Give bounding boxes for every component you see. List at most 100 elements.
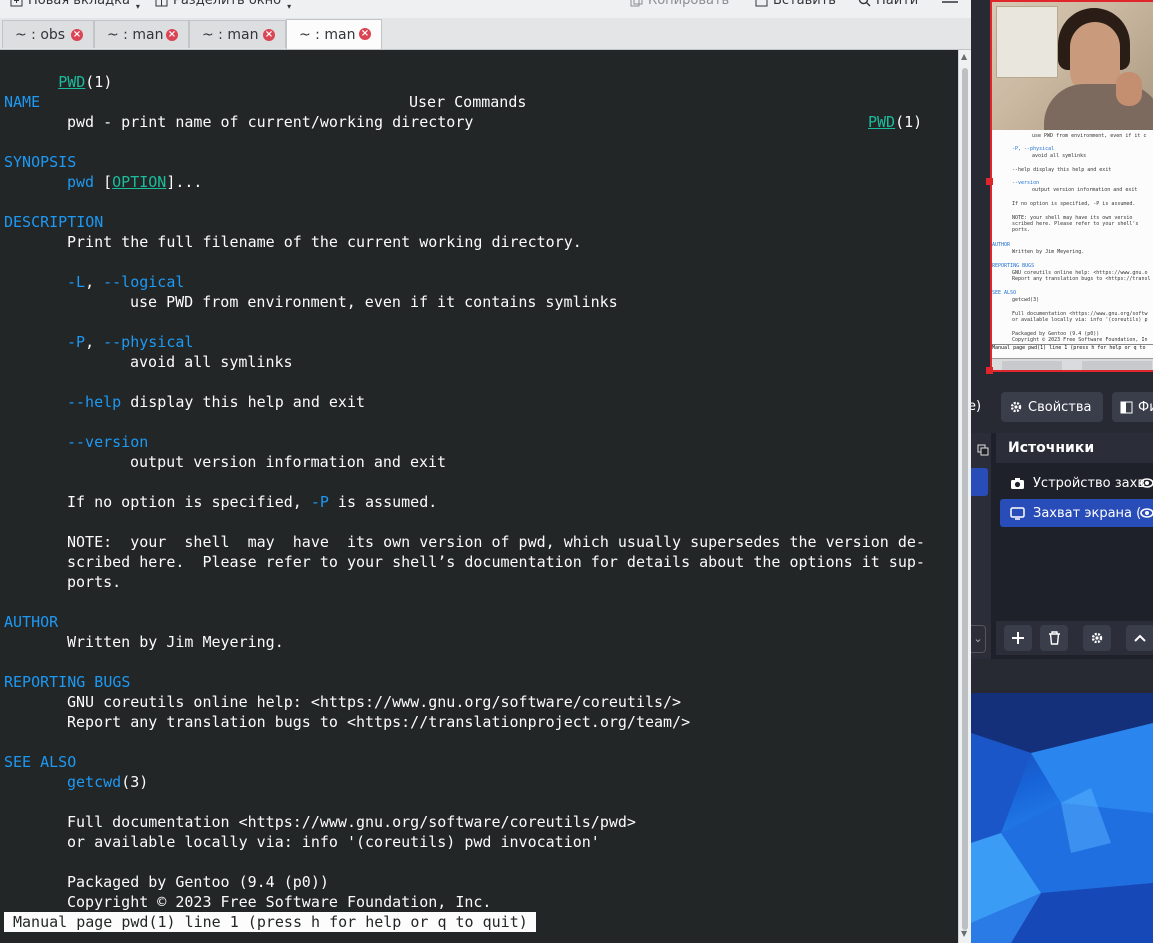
tab-bar: ~ : obs × ~ : man × ~ : man × ~ : man ×	[0, 18, 971, 50]
section-bugs-heading: REPORTING BUGS	[4, 673, 131, 691]
mini-line: SEE ALSO	[992, 290, 1017, 296]
mini-line: -P, --physical	[1012, 146, 1055, 152]
tab-man-active[interactable]: ~ : man ×	[286, 19, 382, 49]
seealso-ref: getcwd(3)	[67, 773, 149, 791]
source-item-screen-capture[interactable]: Захват экрана (	[1000, 499, 1153, 527]
mini-line: use PWD from environment, even if it c	[1032, 133, 1147, 139]
option-logical: -L, --logical	[67, 273, 185, 291]
copy-button[interactable]: Копировать	[630, 0, 729, 8]
filters-button[interactable]: Фи	[1112, 392, 1153, 422]
mini-line: avoid all symlinks	[1032, 153, 1087, 159]
split-view-button[interactable]: Разделить окно ▾	[155, 0, 292, 11]
section-name-heading: NAME	[4, 93, 41, 111]
terminal-view[interactable]: PWD(1) User Commands PWD(1) NAME pwd - p…	[0, 50, 958, 943]
mini-line: Copyright © 2023 Free Software Foundatio…	[1012, 337, 1148, 343]
mini-line: --version	[1012, 180, 1040, 186]
no-option-text: If no option is specified, -P is assumed…	[67, 493, 438, 511]
man-header: PWD(1) User Commands PWD(1)	[58, 73, 923, 131]
man-header-right: PWD	[868, 113, 896, 131]
mini-task	[1082, 361, 1152, 370]
visibility-eye-icon[interactable]	[1140, 476, 1153, 490]
resize-handle[interactable]	[986, 178, 993, 185]
scroll-up-icon[interactable]: ▲	[961, 52, 967, 61]
man-header-left: PWD	[58, 73, 86, 91]
properties-button[interactable]: Свойства	[1001, 392, 1103, 422]
tab-man-1[interactable]: ~ : man ×	[94, 20, 189, 48]
description-text: Print the full filename of the current w…	[67, 233, 582, 251]
source-item-camera[interactable]: Устройство захв	[1000, 469, 1153, 497]
mini-line: output version information and exit	[1032, 187, 1138, 193]
chevron-down-icon: ▾	[135, 2, 140, 11]
terminal-scrollbar[interactable]: ▲ ▼	[958, 50, 971, 943]
copy-icon	[630, 0, 643, 7]
trash-icon	[1048, 631, 1060, 645]
chevron-down-icon[interactable]: ⌄	[971, 625, 986, 653]
option-version-desc: output version information and exit	[130, 453, 447, 471]
option-version: --version	[67, 433, 149, 451]
new-tab-button[interactable]: Новая вкладка ▾	[10, 0, 140, 11]
resize-handle[interactable]	[986, 367, 993, 374]
seealso-doc-1: Full documentation <https://www.gnu.org/…	[67, 813, 636, 831]
screen-capture-thumbnail: use PWD from environment, even if it c -…	[992, 130, 1153, 370]
window-frame	[996, 6, 1058, 78]
person-hand	[1116, 72, 1142, 106]
mini-line: If no option is specified, -P is assumed…	[1012, 201, 1136, 207]
desktop-wallpaper	[971, 693, 1153, 943]
new-tab-icon	[10, 0, 23, 7]
obs-preview[interactable]: use PWD from environment, even if it c -…	[990, 0, 1153, 372]
chevron-down-icon: ▾	[287, 2, 292, 11]
option-physical-desc: avoid all symlinks	[130, 353, 293, 371]
section-description-heading: DESCRIPTION	[4, 213, 104, 231]
truncated-label: e)	[971, 399, 982, 414]
paste-icon	[755, 0, 768, 7]
remove-source-button[interactable]	[1040, 625, 1068, 651]
mini-taskbar	[992, 358, 1153, 370]
copyright-line: Copyright © 2023 Free Software Foundatio…	[67, 893, 492, 911]
close-icon[interactable]: ×	[359, 28, 371, 40]
author-text: Written by Jim Meyering.	[67, 633, 284, 651]
split-icon	[155, 0, 168, 7]
find-button[interactable]: Найти	[858, 0, 918, 8]
mini-task	[1002, 361, 1062, 370]
mini-line: Report any translation bugs to <https://…	[1012, 276, 1151, 282]
mini-line: Written by Jim Meyering.	[1012, 249, 1085, 255]
mini-line: REPORTING BUGS	[992, 263, 1035, 269]
undock-icon[interactable]	[977, 441, 989, 460]
section-author-heading: AUTHOR	[4, 613, 59, 631]
gear-icon	[1091, 632, 1103, 644]
visibility-eye-icon[interactable]	[1140, 506, 1153, 520]
mini-line: or available locally via: info '(coreuti…	[1012, 317, 1148, 323]
bugs-line-1: GNU coreutils online help: <https://www.…	[67, 693, 682, 711]
move-up-button[interactable]	[1126, 625, 1153, 651]
close-icon[interactable]: ×	[71, 29, 83, 41]
filter-icon	[1120, 401, 1133, 413]
tab-man-2[interactable]: ~ : man ×	[189, 20, 286, 48]
chevron-up-icon	[1134, 634, 1146, 642]
tab-obs[interactable]: ~ : obs ×	[2, 20, 94, 48]
gear-icon	[1010, 401, 1022, 413]
hamburger-menu-button[interactable]	[942, 0, 958, 7]
packaged-line: Packaged by Gentoo (9.4 (p0))	[67, 873, 329, 891]
close-icon[interactable]: ×	[166, 29, 178, 41]
mini-line: AUTHOR	[992, 242, 1011, 248]
scenes-dock-edge: ⌄	[971, 433, 991, 659]
man-header-center: User Commands	[409, 93, 527, 111]
mini-line: ports.	[1012, 227, 1031, 233]
plus-icon	[1012, 632, 1024, 644]
note-line-2: scribed here. Please refer to your shell…	[67, 553, 925, 571]
close-icon[interactable]: ×	[263, 29, 275, 41]
pager-status-line: Manual page pwd(1) line 1 (press h for h…	[4, 912, 536, 932]
scroll-down-icon[interactable]: ▼	[961, 929, 967, 938]
scene-item-selected[interactable]	[971, 468, 988, 496]
window-icon	[977, 444, 989, 456]
konsole-toolbar: Новая вкладка ▾ Разделить окно ▾ Копироват…	[0, 0, 971, 18]
add-source-button[interactable]	[1004, 625, 1032, 651]
source-properties-button[interactable]	[1083, 625, 1111, 651]
camera-icon	[1011, 477, 1024, 489]
synopsis-line: pwd [OPTION]...	[67, 173, 203, 191]
paste-button[interactable]: Вставить	[755, 0, 836, 8]
section-seealso-heading: SEE ALSO	[4, 753, 77, 771]
note-line-3: ports.	[67, 573, 122, 591]
scrollbar-thumb[interactable]	[962, 68, 968, 930]
seealso-doc-2: or available locally via: info '(coreuti…	[67, 833, 600, 851]
